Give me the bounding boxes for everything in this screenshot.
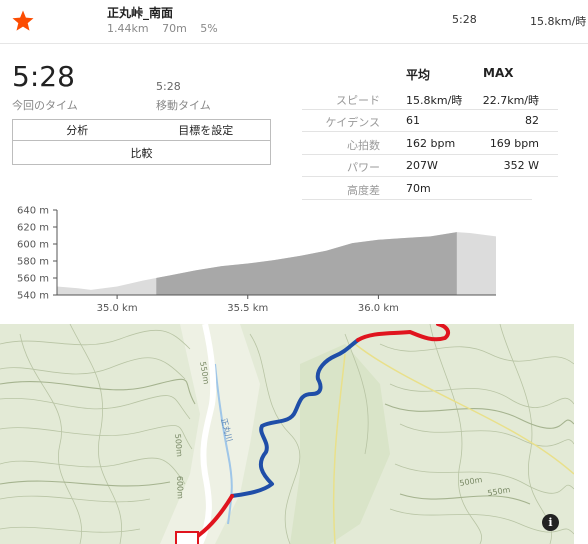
stat-divider — [302, 131, 558, 132]
stat-max-power: 352 W — [503, 159, 539, 172]
y-tick-label: 600 m — [17, 240, 49, 251]
y-tick-label: 620 m — [17, 223, 49, 234]
moving-time-label: 移動タイム — [156, 99, 211, 112]
analysis-button[interactable]: 分析 — [13, 120, 142, 140]
stat-avg-heartrate: 162 bpm — [406, 137, 456, 150]
star-icon[interactable] — [11, 9, 35, 33]
x-tick-label: 35.0 km — [97, 303, 138, 314]
stat-avg-cadence: 61 — [406, 114, 420, 127]
stat-avg-speed: 15.8km/時 — [406, 94, 463, 107]
stat-max-heartrate: 169 bpm — [489, 137, 539, 150]
elapsed-time-label: 今回のタイム — [12, 99, 78, 112]
elapsed-time: 5:28 — [12, 60, 75, 93]
y-tick-label: 640 m — [17, 206, 49, 217]
segment-name[interactable]: 正丸峠_南面 — [107, 4, 173, 21]
stats-header-avg: 平均 — [406, 68, 431, 82]
map-label-contour: 600m — [175, 476, 185, 500]
stat-label-cadence: ケイデンス — [325, 116, 380, 129]
action-button-row: 分析 目標を設定 — [12, 119, 271, 141]
stat-avg-elev-diff: 70m — [406, 182, 431, 195]
segment-meta: 1.44km 70m 5% — [107, 22, 228, 35]
y-tick-label: 580 m — [17, 257, 49, 268]
stat-label-power: パワー — [347, 161, 380, 174]
moving-time: 5:28 — [156, 80, 181, 93]
segment-elevation: 70m — [162, 22, 187, 35]
y-tick-label: 560 m — [17, 274, 49, 285]
set-goal-button[interactable]: 目標を設定 — [142, 120, 271, 140]
segment-map[interactable]: 550m 500m 正丸川 600m 500m 550m — [0, 324, 574, 544]
stat-avg-power: 207W — [406, 159, 438, 172]
stat-label-elev-diff: 高度差 — [347, 184, 380, 197]
segment-grade: 5% — [200, 22, 218, 35]
segment-speed: 15.8km/時 — [530, 15, 587, 28]
segment-distance: 1.44km — [107, 22, 149, 35]
y-tick-label: 540 m — [17, 291, 49, 302]
x-tick-label: 35.5 km — [227, 303, 268, 314]
stats-header-max: MAX — [483, 66, 514, 80]
stat-divider — [302, 176, 558, 177]
map-info-icon[interactable]: i — [542, 514, 559, 531]
stat-max-speed: 22.7km/時 — [482, 94, 539, 107]
segment-time: 5:28 — [452, 13, 477, 26]
header-divider — [0, 43, 588, 44]
stat-divider — [302, 154, 558, 155]
stat-divider — [302, 109, 558, 110]
x-tick-label: 36.0 km — [358, 303, 399, 314]
elevation-chart[interactable]: 640 m 620 m 600 m 580 m 560 m 540 m 35.0 km 35.… — [0, 200, 510, 325]
stat-label-speed: スピード — [336, 94, 380, 107]
stat-label-heartrate: 心拍数 — [347, 139, 380, 152]
stat-max-cadence: 82 — [525, 114, 539, 127]
compare-button[interactable]: 比較 — [12, 141, 271, 165]
